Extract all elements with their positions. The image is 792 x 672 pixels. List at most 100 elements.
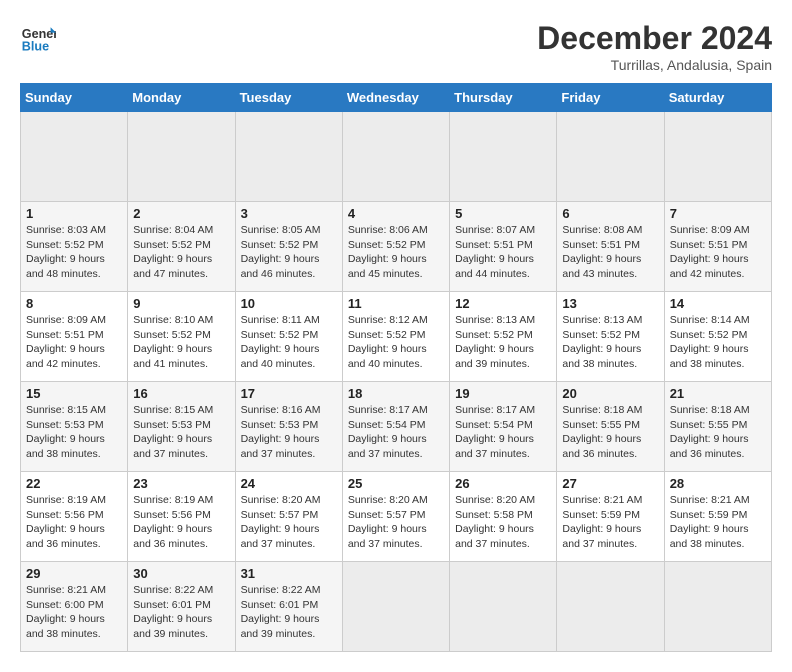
day-cell: 6 Sunrise: 8:08 AMSunset: 5:51 PMDaylight… — [557, 202, 664, 292]
day-number: 3 — [241, 206, 337, 221]
day-cell: 21 Sunrise: 8:18 AMSunset: 5:55 PMDayligh… — [664, 382, 771, 472]
day-number: 8 — [26, 296, 122, 311]
header-sunday: Sunday — [21, 84, 128, 112]
day-info: Sunrise: 8:22 AMSunset: 6:01 PMDaylight:… — [133, 583, 229, 642]
day-number: 4 — [348, 206, 444, 221]
day-number: 31 — [241, 566, 337, 581]
header-friday: Friday — [557, 84, 664, 112]
day-cell: 4 Sunrise: 8:06 AMSunset: 5:52 PMDaylight… — [342, 202, 449, 292]
day-cell — [450, 562, 557, 652]
day-info: Sunrise: 8:09 AMSunset: 5:51 PMDaylight:… — [26, 313, 122, 372]
day-cell: 17Sunrise: 8:16 AMSunset: 5:53 PMDayligh… — [235, 382, 342, 472]
day-number: 2 — [133, 206, 229, 221]
day-info: Sunrise: 8:20 AMSunset: 5:58 PMDaylight:… — [455, 493, 551, 552]
day-info: Sunrise: 8:04 AMSunset: 5:52 PMDaylight:… — [133, 223, 229, 282]
day-info: Sunrise: 8:18 AMSunset: 5:55 PMDaylight:… — [670, 403, 766, 462]
day-number: 30 — [133, 566, 229, 581]
day-number: 9 — [133, 296, 229, 311]
day-cell: 11Sunrise: 8:12 AMSunset: 5:52 PMDayligh… — [342, 292, 449, 382]
day-cell: 9 Sunrise: 8:10 AMSunset: 5:52 PMDaylight… — [128, 292, 235, 382]
day-info: Sunrise: 8:10 AMSunset: 5:52 PMDaylight:… — [133, 313, 229, 372]
day-cell: 22Sunrise: 8:19 AMSunset: 5:56 PMDayligh… — [21, 472, 128, 562]
day-number: 7 — [670, 206, 766, 221]
day-info: Sunrise: 8:07 AMSunset: 5:51 PMDaylight:… — [455, 223, 551, 282]
day-number: 16 — [133, 386, 229, 401]
week-row-5: 29Sunrise: 8:21 AMSunset: 6:00 PMDayligh… — [21, 562, 772, 652]
day-info: Sunrise: 8:17 AMSunset: 5:54 PMDaylight:… — [348, 403, 444, 462]
day-info: Sunrise: 8:11 AMSunset: 5:52 PMDaylight:… — [241, 313, 337, 372]
day-number: 17 — [241, 386, 337, 401]
week-row-3: 15Sunrise: 8:15 AMSunset: 5:53 PMDayligh… — [21, 382, 772, 472]
page-header: General Blue December 2024 Turrillas, An… — [20, 20, 772, 73]
day-info: Sunrise: 8:18 AMSunset: 5:55 PMDaylight:… — [562, 403, 658, 462]
day-number: 11 — [348, 296, 444, 311]
logo: General Blue — [20, 20, 56, 56]
day-number: 24 — [241, 476, 337, 491]
day-cell — [342, 112, 449, 202]
day-cell — [664, 112, 771, 202]
day-cell: 1Sunrise: 8:03 AMSunset: 5:52 PMDaylight… — [21, 202, 128, 292]
title-block: December 2024 Turrillas, Andalusia, Spai… — [537, 20, 772, 73]
day-info: Sunrise: 8:17 AMSunset: 5:54 PMDaylight:… — [455, 403, 551, 462]
day-info: Sunrise: 8:09 AMSunset: 5:51 PMDaylight:… — [670, 223, 766, 282]
day-cell: 24 Sunrise: 8:20 AMSunset: 5:57 PMDayligh… — [235, 472, 342, 562]
day-info: Sunrise: 8:08 AMSunset: 5:51 PMDaylight:… — [562, 223, 658, 282]
day-number: 28 — [670, 476, 766, 491]
header-thursday: Thursday — [450, 84, 557, 112]
day-cell: 27 Sunrise: 8:21 AMSunset: 5:59 PMDayligh… — [557, 472, 664, 562]
day-number: 27 — [562, 476, 658, 491]
day-number: 13 — [562, 296, 658, 311]
day-number: 6 — [562, 206, 658, 221]
day-info: Sunrise: 8:20 AMSunset: 5:57 PMDaylight:… — [241, 493, 337, 552]
day-cell: 7 Sunrise: 8:09 AMSunset: 5:51 PMDaylight… — [664, 202, 771, 292]
day-number: 21 — [670, 386, 766, 401]
day-cell — [342, 562, 449, 652]
day-cell: 13Sunrise: 8:13 AMSunset: 5:52 PMDayligh… — [557, 292, 664, 382]
day-cell: 12Sunrise: 8:13 AMSunset: 5:52 PMDayligh… — [450, 292, 557, 382]
day-info: Sunrise: 8:15 AMSunset: 5:53 PMDaylight:… — [133, 403, 229, 462]
calendar-header-row: SundayMondayTuesdayWednesdayThursdayFrid… — [21, 84, 772, 112]
day-cell: 15Sunrise: 8:15 AMSunset: 5:53 PMDayligh… — [21, 382, 128, 472]
day-cell: 20 Sunrise: 8:18 AMSunset: 5:55 PMDayligh… — [557, 382, 664, 472]
header-tuesday: Tuesday — [235, 84, 342, 112]
day-cell: 3 Sunrise: 8:05 AMSunset: 5:52 PMDaylight… — [235, 202, 342, 292]
calendar-table: SundayMondayTuesdayWednesdayThursdayFrid… — [20, 83, 772, 652]
day-number: 12 — [455, 296, 551, 311]
day-cell: 2 Sunrise: 8:04 AMSunset: 5:52 PMDaylight… — [128, 202, 235, 292]
day-cell: 23Sunrise: 8:19 AMSunset: 5:56 PMDayligh… — [128, 472, 235, 562]
day-cell: 28 Sunrise: 8:21 AMSunset: 5:59 PMDayligh… — [664, 472, 771, 562]
day-info: Sunrise: 8:21 AMSunset: 5:59 PMDaylight:… — [670, 493, 766, 552]
day-info: Sunrise: 8:14 AMSunset: 5:52 PMDaylight:… — [670, 313, 766, 372]
day-cell: 30 Sunrise: 8:22 AMSunset: 6:01 PMDayligh… — [128, 562, 235, 652]
day-info: Sunrise: 8:03 AMSunset: 5:52 PMDaylight:… — [26, 223, 122, 282]
day-cell: 29Sunrise: 8:21 AMSunset: 6:00 PMDayligh… — [21, 562, 128, 652]
week-row-0 — [21, 112, 772, 202]
day-info: Sunrise: 8:21 AMSunset: 5:59 PMDaylight:… — [562, 493, 658, 552]
day-info: Sunrise: 8:05 AMSunset: 5:52 PMDaylight:… — [241, 223, 337, 282]
day-number: 19 — [455, 386, 551, 401]
day-cell: 8 Sunrise: 8:09 AMSunset: 5:51 PMDaylight… — [21, 292, 128, 382]
day-cell — [557, 112, 664, 202]
day-cell: 10Sunrise: 8:11 AMSunset: 5:52 PMDayligh… — [235, 292, 342, 382]
day-info: Sunrise: 8:19 AMSunset: 5:56 PMDaylight:… — [26, 493, 122, 552]
day-cell — [128, 112, 235, 202]
day-cell — [450, 112, 557, 202]
day-number: 14 — [670, 296, 766, 311]
week-row-1: 1Sunrise: 8:03 AMSunset: 5:52 PMDaylight… — [21, 202, 772, 292]
day-number: 26 — [455, 476, 551, 491]
day-cell: 26 Sunrise: 8:20 AMSunset: 5:58 PMDayligh… — [450, 472, 557, 562]
day-info: Sunrise: 8:06 AMSunset: 5:52 PMDaylight:… — [348, 223, 444, 282]
day-number: 20 — [562, 386, 658, 401]
day-info: Sunrise: 8:22 AMSunset: 6:01 PMDaylight:… — [241, 583, 337, 642]
header-saturday: Saturday — [664, 84, 771, 112]
logo-icon: General Blue — [20, 20, 56, 56]
day-info: Sunrise: 8:19 AMSunset: 5:56 PMDaylight:… — [133, 493, 229, 552]
day-info: Sunrise: 8:21 AMSunset: 6:00 PMDaylight:… — [26, 583, 122, 642]
week-row-4: 22Sunrise: 8:19 AMSunset: 5:56 PMDayligh… — [21, 472, 772, 562]
day-info: Sunrise: 8:15 AMSunset: 5:53 PMDaylight:… — [26, 403, 122, 462]
day-number: 18 — [348, 386, 444, 401]
svg-text:Blue: Blue — [22, 40, 49, 54]
day-cell: 16 Sunrise: 8:15 AMSunset: 5:53 PMDayligh… — [128, 382, 235, 472]
day-cell: 5Sunrise: 8:07 AMSunset: 5:51 PMDaylight… — [450, 202, 557, 292]
day-info: Sunrise: 8:20 AMSunset: 5:57 PMDaylight:… — [348, 493, 444, 552]
